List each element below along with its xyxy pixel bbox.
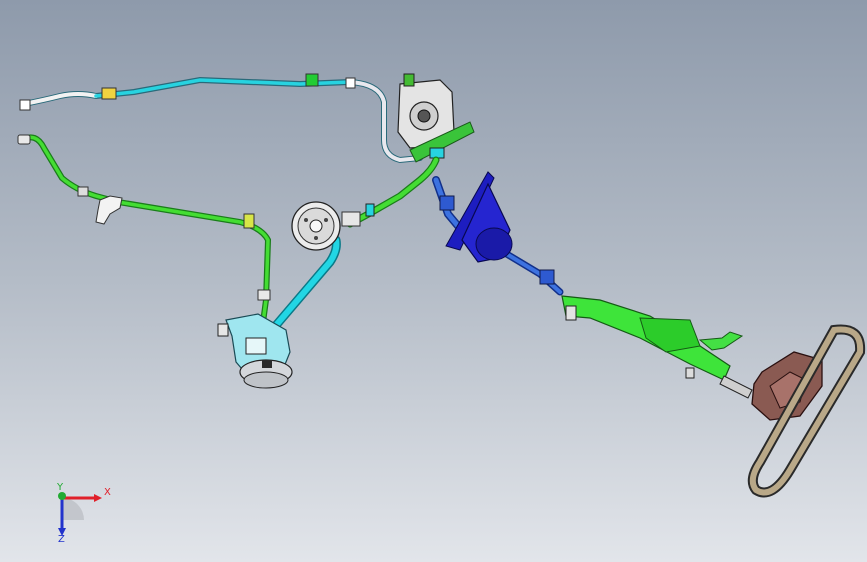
- return-line-hose[interactable]: [17, 134, 272, 333]
- steering-gear-housing[interactable]: [397, 73, 475, 163]
- upper-reservoir-line[interactable]: [19, 73, 423, 164]
- steering-assembly-model[interactable]: [0, 0, 867, 562]
- cad-viewport[interactable]: X Y Z: [0, 0, 867, 562]
- pump-pulley[interactable]: [291, 201, 341, 251]
- high-pressure-hose[interactable]: [267, 156, 440, 335]
- column-bracket[interactable]: [445, 171, 513, 263]
- steering-column[interactable]: [561, 295, 753, 399]
- steering-wheel[interactable]: [747, 324, 866, 498]
